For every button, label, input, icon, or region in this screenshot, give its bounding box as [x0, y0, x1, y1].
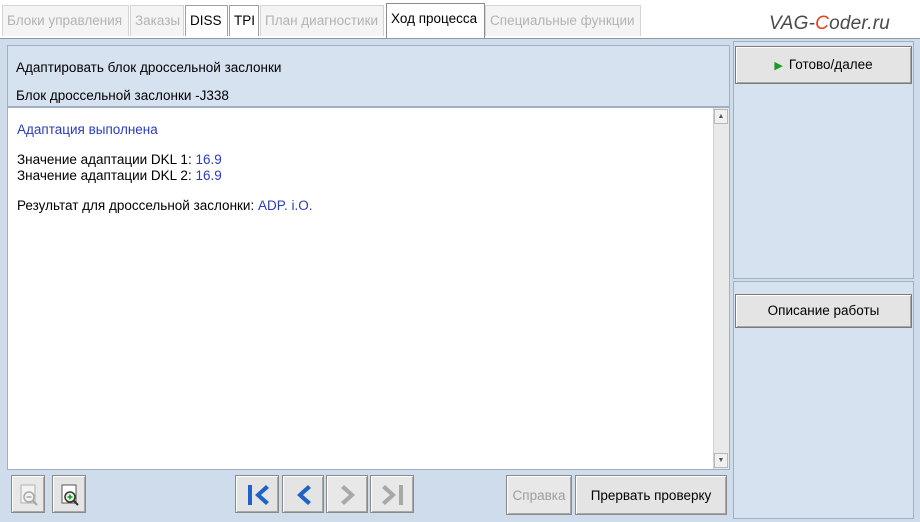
main-frame: Адаптировать блок дроссельной заслонки Б…: [0, 38, 920, 522]
tab-diagnostic-plan[interactable]: План диагностики: [260, 5, 384, 36]
right-panel: ▶ Готово/далее Описание работы: [733, 41, 914, 519]
done-next-button[interactable]: ▶ Готово/далее: [735, 46, 912, 84]
tab-tpi[interactable]: TPI: [229, 5, 259, 36]
chevron-right-icon: [341, 485, 355, 505]
help-button[interactable]: Справка: [506, 475, 572, 515]
tab-special-functions[interactable]: Специальные функции: [485, 5, 641, 36]
result-row: Результат для дроссельной заслонки: ADP.…: [17, 198, 313, 214]
dkl1-label: Значение адаптации DKL 1:: [17, 152, 196, 167]
scroll-down-icon[interactable]: ▼: [714, 453, 728, 468]
procedure-title: Адаптировать блок дроссельной заслонки: [16, 60, 282, 75]
right-panel-bottom: Описание работы: [733, 281, 914, 519]
done-next-label: Готово/далее: [788, 57, 873, 72]
result-text: Адаптация выполнена Значение адаптации D…: [17, 122, 313, 214]
play-icon: ▶: [774, 60, 783, 72]
tab-diss[interactable]: DISS: [185, 5, 228, 36]
right-panel-top: ▶ Готово/далее: [733, 41, 914, 279]
dkl2-value: 16.9: [195, 168, 222, 183]
tab-orders[interactable]: Заказы: [130, 5, 184, 36]
tab-control-units[interactable]: Блоки управления: [2, 5, 129, 36]
status-message: Адаптация выполнена: [17, 122, 158, 137]
first-step-button[interactable]: [235, 475, 279, 513]
result-content-area[interactable]: Адаптация выполнена Значение адаптации D…: [7, 107, 730, 470]
watermark-part: VAG-: [768, 13, 816, 34]
scroll-up-icon[interactable]: ▲: [714, 109, 728, 124]
procedure-header: Адаптировать блок дроссельной заслонки Б…: [7, 45, 730, 107]
abort-test-button[interactable]: Прервать проверку: [575, 475, 727, 515]
dkl2-row: Значение адаптации DKL 2: 16.9: [17, 168, 313, 184]
bottom-toolbar: Справка Прервать проверку: [7, 470, 730, 517]
result-label: Результат для дроссельной заслонки:: [17, 198, 258, 213]
dkl1-row: Значение адаптации DKL 1: 16.9: [17, 152, 313, 168]
skip-last-icon: [382, 485, 403, 505]
tab-process[interactable]: Ход процесса: [386, 3, 485, 38]
work-description-button[interactable]: Описание работы: [735, 294, 912, 328]
dkl2-label: Значение адаптации DKL 2:: [17, 168, 196, 183]
watermark-part: C: [815, 13, 830, 34]
dkl1-value: 16.9: [195, 152, 222, 167]
tab-bar: Блоки управления Заказы DISS TPI План ди…: [0, 0, 920, 38]
procedure-subtitle: Блок дроссельной заслонки -J338: [16, 88, 229, 103]
last-step-button[interactable]: [370, 475, 414, 513]
zoom-in-button[interactable]: [52, 475, 86, 513]
previous-step-button[interactable]: [282, 475, 324, 513]
vertical-scrollbar[interactable]: ▲ ▼: [713, 108, 729, 469]
chevron-left-icon: [297, 485, 311, 505]
zoom-in-icon: [61, 484, 79, 506]
result-value: ADP. i.O.: [257, 198, 313, 213]
skip-first-icon: [248, 485, 269, 505]
zoom-out-button[interactable]: [11, 475, 45, 513]
watermark-part: oder.ru: [829, 13, 890, 34]
watermark-logo: VAG-Coder.ru: [769, 13, 890, 35]
next-step-button[interactable]: [326, 475, 368, 513]
zoom-out-icon: [20, 484, 38, 506]
